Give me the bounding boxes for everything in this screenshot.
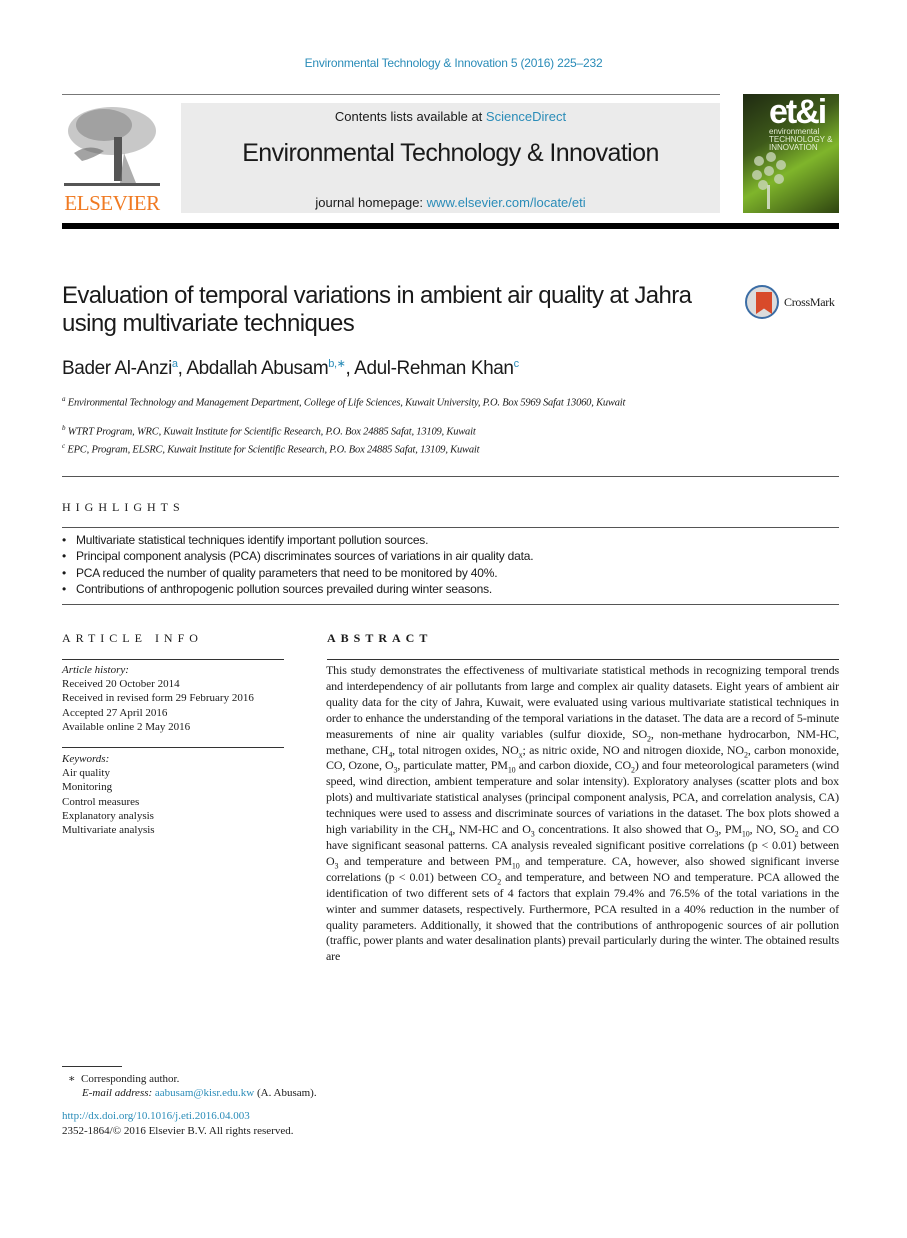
journal-reference[interactable]: Environmental Technology & Innovation 5 … — [0, 56, 907, 70]
highlights-heading: HIGHLIGHTS — [62, 500, 185, 514]
highlight-item: Multivariate statistical techniques iden… — [62, 532, 839, 549]
keyword: Air quality — [62, 767, 110, 780]
corresponding-label: Corresponding author. — [80, 1073, 180, 1085]
footnote-marker: ∗ — [68, 1073, 76, 1085]
highlight-item: Principal component analysis (PCA) discr… — [62, 548, 839, 565]
author-name[interactable]: Abdallah Abusam — [186, 358, 328, 379]
crossmark-icon — [745, 285, 779, 319]
abstract-text: ; as nitric oxide, NO and nitrogen dioxi… — [522, 742, 745, 757]
email-link[interactable]: aabusam@kisr.edu.kw — [155, 1087, 254, 1099]
abstract-text: concentrations. It also showed that O — [534, 822, 715, 837]
journal-banner: Contents lists available at ScienceDirec… — [181, 103, 720, 213]
abstract-text: and temperature and between PM — [338, 853, 512, 868]
keyword: Multivariate analysis — [62, 824, 155, 837]
author-affiliation-link[interactable]: a — [172, 358, 178, 370]
author-list: Bader Al-Anzia, Abdallah Abusamb,∗, Adul… — [62, 358, 520, 379]
affiliation-key: c — [62, 442, 65, 450]
history-item: Received in revised form 29 February 201… — [62, 692, 254, 705]
affiliation-text: WTRT Program, WRC, Kuwait Institute for … — [67, 426, 476, 438]
highlight-item: Contributions of anthropogenic pollution… — [62, 581, 839, 598]
section-rule — [62, 476, 839, 477]
email-note: E-mail address: aabusam@kisr.edu.kw (A. … — [82, 1087, 317, 1099]
history-item: Received 20 October 2014 — [62, 678, 180, 691]
abstract-text: , particulate matter, PM — [397, 758, 508, 773]
article-info-rule — [62, 659, 284, 660]
abstract-rule — [327, 659, 839, 660]
article-info-heading: ARTICLE INFO — [62, 631, 203, 645]
abstract-text: , PM — [718, 822, 742, 837]
keywords: Keywords: Air quality Monitoring Control… — [62, 752, 292, 837]
abstract-text: , total nitrogen oxides, NO — [392, 742, 519, 757]
contents-line: Contents lists available at ScienceDirec… — [181, 109, 720, 124]
history-item: Accepted 27 April 2016 — [62, 706, 168, 719]
journal-title: Environmental Technology & Innovation — [242, 139, 659, 167]
elsevier-wordmark: ELSEVIER — [64, 191, 160, 215]
corresponding-author-note: ∗ Corresponding author. — [68, 1072, 179, 1085]
article-info-rule — [62, 747, 284, 748]
affiliation: c EPC, Program, ELSRC, Kuwait Institute … — [62, 439, 702, 458]
affiliation: a Environmental Technology and Managemen… — [62, 392, 702, 411]
author-affiliation-link[interactable]: b,∗ — [328, 358, 346, 370]
footnote-rule — [62, 1066, 122, 1067]
crossmark-button[interactable]: CrossMark — [745, 285, 845, 321]
author-name[interactable]: Adul-Rehman Khan — [354, 358, 514, 379]
elsevier-logo[interactable]: ELSEVIER — [62, 103, 162, 215]
email-suffix: (A. Abusam). — [254, 1087, 317, 1099]
highlight-item: PCA reduced the number of quality parame… — [62, 565, 839, 582]
highlights-list: Multivariate statistical techniques iden… — [62, 532, 839, 597]
elsevier-tree-icon — [64, 107, 160, 186]
keyword: Control measures — [62, 795, 140, 808]
journal-cover[interactable]: et&i environmental TECHNOLOGY & INNOVATI… — [743, 94, 839, 213]
crossmark-label: CrossMark — [784, 295, 835, 309]
article-history: Article history: Received 20 October 201… — [62, 663, 292, 734]
history-item: Available online 2 May 2016 — [62, 720, 191, 733]
affiliation-text: Environmental Technology and Management … — [67, 397, 626, 409]
author-name[interactable]: Bader Al-Anzi — [62, 358, 172, 379]
affiliation-text: EPC, Program, ELSRC, Kuwait Institute fo… — [67, 444, 480, 456]
header-rule — [62, 94, 720, 95]
header-thick-rule — [62, 223, 839, 229]
cover-tree-icon — [752, 152, 786, 209]
contents-prefix: Contents lists available at — [334, 109, 486, 124]
article-title: Evaluation of temporal variations in amb… — [62, 282, 692, 337]
email-label: E-mail address: — [82, 1087, 155, 1099]
abstract-text: , NO, SO — [749, 822, 795, 837]
affiliation-key: b — [62, 424, 66, 432]
sciencedirect-link[interactable]: ScienceDirect — [486, 109, 566, 124]
keywords-label: Keywords: — [62, 753, 110, 765]
doi-link[interactable]: http://dx.doi.org/10.1016/j.eti.2016.04.… — [62, 1110, 250, 1122]
history-label: Article history: — [62, 664, 129, 676]
homepage-prefix: journal homepage: — [315, 195, 427, 210]
affiliation: b WTRT Program, WRC, Kuwait Institute fo… — [62, 421, 702, 440]
abstract-body: This study demonstrates the effectivenes… — [326, 663, 839, 965]
abstract-text: and carbon dioxide, CO — [515, 758, 631, 773]
abstract-heading: ABSTRACT — [327, 631, 433, 645]
cover-mark: et&i — [769, 94, 827, 131]
homepage-line: journal homepage: www.elsevier.com/locat… — [181, 195, 720, 210]
copyright: 2352-1864/© 2016 Elsevier B.V. All right… — [62, 1125, 294, 1137]
section-rule — [62, 604, 839, 605]
author-affiliation-link[interactable]: c — [514, 358, 520, 370]
keyword: Monitoring — [62, 781, 113, 794]
keyword: Explanatory analysis — [62, 809, 154, 822]
section-rule — [62, 527, 839, 528]
journal-homepage-link[interactable]: www.elsevier.com/locate/eti — [427, 195, 586, 210]
affiliation-key: a — [62, 395, 66, 403]
abstract-text: , NM-HC and O — [452, 822, 531, 837]
